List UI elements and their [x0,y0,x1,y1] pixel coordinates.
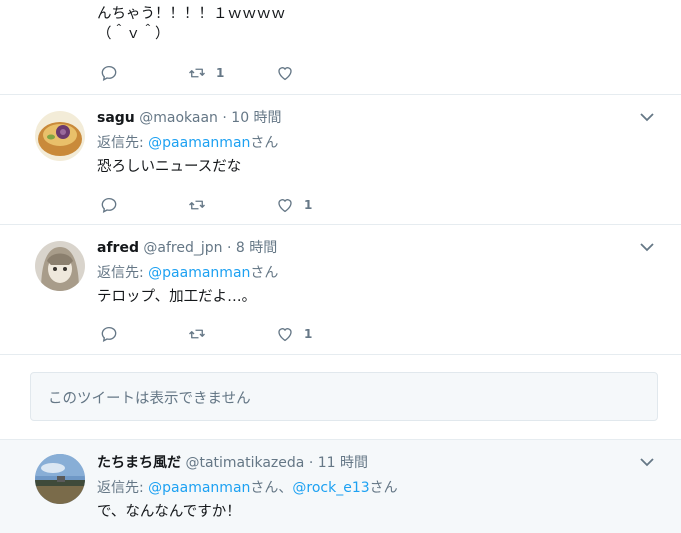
reply-context: 返信先: @paamanmanさん、@rock_e13さん [97,477,398,497]
avatar[interactable] [35,454,85,504]
reply-icon [101,326,117,342]
avatar-image [35,454,85,504]
like-button[interactable]: 1 [276,324,312,344]
reply-prefix: 返信先: [97,135,149,151]
timestamp[interactable]: 8 時間 [236,240,277,256]
tweet-text: んちゃう！！！！１ｗｗｗｗ （＾ｖ＾） [97,4,286,44]
reply-mention-2[interactable]: @rock_e13 [292,480,369,496]
tweet[interactable]: sagu @maokaan · 10 時間 返信先: @paamanmanさん … [0,95,681,225]
user-handle[interactable]: @tatimatikazeda [185,455,304,471]
like-button[interactable] [276,63,304,83]
like-button[interactable]: 1 [276,195,312,215]
retweet-icon [189,329,205,339]
tweet[interactable]: たちまち風だ @tatimatikazeda · 11 時間 返信先: @paa… [0,439,681,533]
retweet-button[interactable] [188,324,216,344]
retweet-button[interactable]: 1 [188,63,224,83]
heart-icon [278,67,292,81]
heart-icon [278,328,292,342]
reply-button[interactable] [100,195,118,215]
unavailable-tweet-notice: このツイートは表示できません [30,372,658,421]
tweet-header: たちまち風だ @tatimatikazeda · 11 時間 [97,452,368,472]
reply-suffix: さん [250,265,279,281]
reply-prefix: 返信先: [97,265,149,281]
tweet-text: 恐ろしいニュースだな [97,159,242,175]
separator-dot: · [226,240,232,256]
reply-button[interactable] [100,324,118,344]
reply-icon [101,197,117,213]
user-name[interactable]: afred [97,240,139,256]
chevron-down-icon[interactable] [639,239,655,255]
reply-mention[interactable]: @paamanman [148,265,250,281]
separator-dot: · [222,110,227,126]
user-name[interactable]: sagu [97,110,135,126]
reply-mention[interactable]: @paamanman [148,135,250,151]
timestamp[interactable]: 10 時間 [231,110,281,126]
user-handle[interactable]: @afred_jpn [143,240,222,256]
tweet-text-line: （＾ｖ＾） [97,26,170,42]
retweet-icon [189,200,205,210]
tweet-text-line: んちゃう！！！！１ｗｗｗｗ [97,6,286,22]
like-count: 1 [304,327,313,341]
avatar-image [35,111,85,161]
retweet-icon [189,68,205,78]
reply-context: 返信先: @paamanmanさん [97,262,278,282]
tweet-text: テロップ、加工だよ…。 [97,289,257,305]
reply-prefix: 返信先: [97,480,149,496]
user-handle[interactable]: @maokaan [139,110,218,126]
tweet[interactable]: んちゃう！！！！１ｗｗｗｗ （＾ｖ＾） 1 [0,0,681,95]
avatar[interactable] [35,111,85,161]
tweet-header: sagu @maokaan · 10 時間 [97,107,282,127]
separator-dot: · [308,455,314,471]
heart-icon [278,199,292,213]
reply-suffix: さん [250,135,279,151]
reply-button[interactable] [100,63,128,83]
user-name[interactable]: たちまち風だ [97,455,181,471]
reply-icon [101,65,117,81]
chevron-down-icon[interactable] [639,109,655,125]
like-count: 1 [304,198,313,212]
retweet-button[interactable] [188,195,216,215]
timestamp[interactable]: 11 時間 [318,455,368,471]
reply-mid: さん、 [250,480,293,496]
tweet-text: で、なんなんですか！ [97,504,241,520]
tweet[interactable]: afred @afred_jpn · 8 時間 返信先: @paamanmanさ… [0,225,681,355]
reply-context: 返信先: @paamanmanさん [97,132,278,152]
chevron-down-icon[interactable] [639,454,655,470]
retweet-count: 1 [216,66,225,80]
reply-suffix: さん [369,480,398,496]
tweet-header: afred @afred_jpn · 8 時間 [97,237,277,257]
reply-mention[interactable]: @paamanman [148,480,250,496]
avatar-image [35,241,85,291]
avatar[interactable] [35,241,85,291]
